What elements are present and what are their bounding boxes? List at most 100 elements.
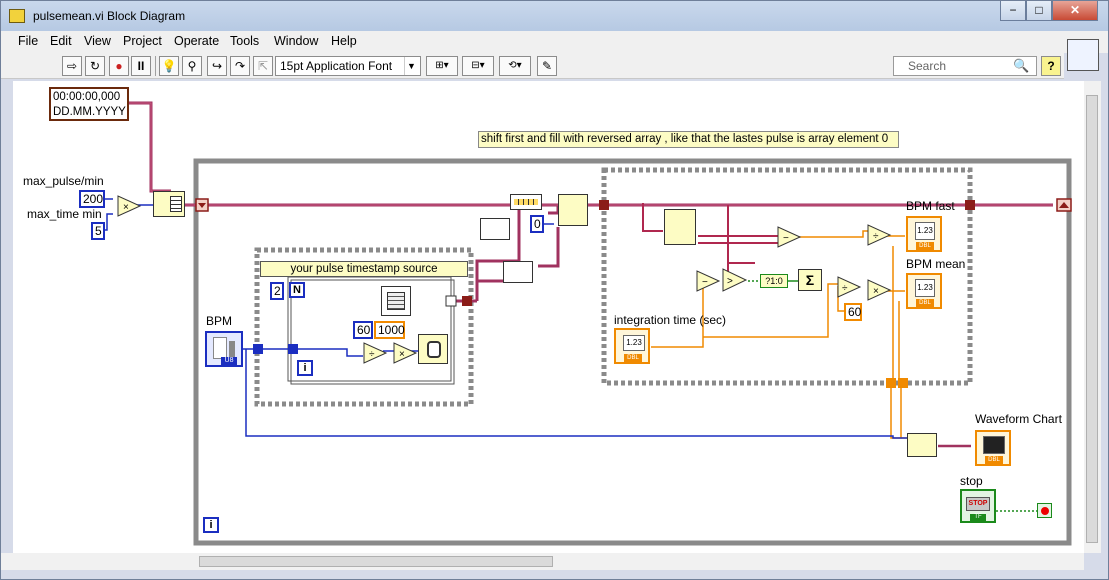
run-continuously-button[interactable]: ↻	[85, 56, 105, 76]
bpm-label: BPM	[206, 314, 233, 328]
waveform-type: DBL	[985, 456, 1003, 464]
context-help-button[interactable]: ?	[1041, 56, 1061, 76]
menu-window[interactable]: Window	[274, 34, 318, 48]
max-time-constant[interactable]: 5	[91, 222, 105, 240]
const-60-b[interactable]: 60	[844, 303, 862, 321]
maximize-button[interactable]: □	[1026, 1, 1052, 21]
retain-wire-values-icon[interactable]: ⚲	[182, 56, 202, 76]
bpm-fast-label: BPM fast	[906, 199, 955, 213]
menu-help[interactable]: Help	[331, 34, 357, 48]
chevron-down-icon: ▼	[404, 57, 418, 75]
comment-label[interactable]: shift first and fill with reversed array…	[478, 131, 899, 148]
array-subset-node[interactable]	[510, 194, 542, 210]
svg-text:×: ×	[873, 286, 879, 297]
multiply-node-2	[393, 342, 418, 364]
horizontal-scroll-thumb[interactable]	[199, 556, 553, 567]
initialize-array-node[interactable]	[153, 191, 185, 217]
menu-edit[interactable]: Edit	[50, 34, 72, 48]
menu-project[interactable]: Project	[123, 34, 162, 48]
while-loop-index: i	[203, 517, 219, 533]
wire-layer: × ÷ × − − > ÷ ÷ ×	[97, 101, 1072, 546]
vertical-scrollbar[interactable]	[1084, 81, 1101, 553]
tick-count-icon[interactable]	[381, 286, 411, 316]
subvi-title: your pulse timestamp source	[260, 261, 468, 277]
svg-text:−: −	[783, 233, 789, 244]
stop-label: stop	[960, 474, 983, 488]
connector-pane-icon[interactable]	[1067, 39, 1099, 71]
const-1000[interactable]: 1000	[374, 321, 405, 339]
horizontal-scrollbar[interactable]	[1, 553, 1084, 570]
svg-text:−: −	[702, 277, 708, 288]
vi-icon	[9, 9, 25, 23]
timestamp-date: DD.MM.YYYY	[53, 106, 126, 118]
bpm-mean-indicator[interactable]: 1.23 DBL	[906, 273, 942, 309]
bpm-mean-type: DBL	[916, 299, 934, 307]
step-out-icon[interactable]: ⇱	[253, 56, 273, 76]
minimize-button[interactable]: −	[1000, 1, 1026, 21]
pause-button[interactable]: II	[131, 56, 151, 76]
max-time-label: max_time min	[27, 207, 102, 221]
close-button[interactable]: ✕	[1052, 1, 1098, 21]
timestamp-constant[interactable]: 00:00:00,000 DD.MM.YYYY	[49, 87, 129, 121]
subtract-node-1	[777, 226, 802, 248]
multiply-node-3	[867, 279, 892, 301]
stop-type: TF	[970, 514, 986, 521]
svg-text:÷: ÷	[369, 349, 375, 360]
menu-bar: File Edit View Project Operate Tools Win…	[1, 31, 1108, 53]
abort-button[interactable]: ●	[109, 56, 129, 76]
step-into-icon[interactable]: ↪	[207, 56, 227, 76]
loop-condition-terminal[interactable]	[1037, 503, 1052, 518]
bundle-node[interactable]	[907, 433, 937, 457]
font-select[interactable]: 15pt Application Font ▼	[275, 56, 421, 76]
reorder-dropdown[interactable]: ⟲▾	[499, 56, 531, 76]
array-to-cluster-node[interactable]	[503, 261, 533, 283]
reverse-array-node[interactable]	[480, 218, 510, 240]
index-array-node[interactable]	[664, 209, 696, 245]
bpm-fast-indicator[interactable]: 1.23 DBL	[906, 216, 942, 252]
integration-time-value: 1.23	[623, 335, 645, 351]
select-node[interactable]: ?1:0	[760, 274, 788, 288]
menu-operate[interactable]: Operate	[174, 34, 219, 48]
svg-text:×: ×	[399, 349, 405, 360]
integration-time-label: integration time (sec)	[614, 313, 727, 327]
stop-button-face: STOP	[966, 497, 990, 511]
step-over-icon[interactable]: ↷	[230, 56, 250, 76]
svg-text:×: ×	[123, 202, 129, 213]
loop-count-constant[interactable]: 2	[270, 282, 284, 300]
distribute-objects-dropdown[interactable]: ⊟▾	[462, 56, 494, 76]
multiply-node-1	[117, 195, 142, 217]
max-pulse-constant[interactable]: 200	[79, 190, 105, 208]
const-60-a[interactable]: 60	[353, 321, 373, 339]
build-array-node[interactable]	[558, 194, 588, 226]
bpm-mean-label: BPM mean	[906, 257, 966, 271]
waveform-chart-label: Waveform Chart	[975, 412, 1062, 426]
timestamp-wire	[127, 101, 171, 193]
menu-view[interactable]: View	[84, 34, 111, 48]
bpm-fast-type: DBL	[916, 242, 934, 250]
highlight-execution-icon[interactable]: 💡	[159, 56, 179, 76]
integration-time-control[interactable]: 1.23 DBL	[614, 328, 650, 364]
const-0[interactable]: 0	[530, 215, 544, 233]
bpm-mean-value: 1.23	[915, 279, 935, 297]
divide-node-2	[867, 224, 892, 246]
menu-file[interactable]: File	[18, 34, 38, 48]
block-diagram-canvas[interactable]: × ÷ × − − > ÷ ÷ × 00:00:00,000 DD.MM.YYY…	[13, 81, 1084, 553]
waveform-chart-terminal[interactable]: DBL	[975, 430, 1011, 466]
window-title: pulsemean.vi Block Diagram	[33, 9, 186, 23]
sum-node[interactable]: Σ	[798, 269, 822, 291]
vertical-scroll-thumb[interactable]	[1086, 95, 1098, 543]
title-bar: pulsemean.vi Block Diagram − □ ✕	[1, 1, 1108, 31]
clean-up-diagram-icon[interactable]: ✎	[537, 56, 557, 76]
run-button[interactable]: ⇨	[62, 56, 82, 76]
menu-tools[interactable]: Tools	[230, 34, 259, 48]
svg-text:÷: ÷	[842, 283, 848, 294]
bpm-control-terminal[interactable]: U8	[205, 331, 243, 367]
wait-ms-icon[interactable]	[418, 334, 448, 364]
svg-text:÷: ÷	[873, 231, 879, 242]
toolbar: ⇨ ↻ ● II 💡 ⚲ ↪ ↷ ⇱ 15pt Application Font…	[1, 53, 1064, 79]
integration-time-type: DBL	[624, 354, 642, 362]
align-objects-dropdown[interactable]: ⊞▾	[426, 56, 458, 76]
subtract-node-2	[696, 270, 721, 292]
divide-node	[363, 342, 388, 364]
stop-button-terminal[interactable]: STOP TF	[960, 489, 996, 523]
